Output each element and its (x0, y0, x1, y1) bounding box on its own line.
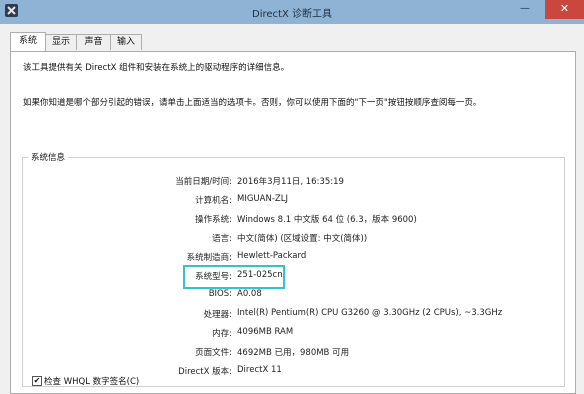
directx-diagnostic-window: DirectX 诊断工具 — ✕ 系统 显示 声音 输入 该工具提供有关 Dir… (0, 0, 584, 394)
info-label: 操作系统: (195, 215, 232, 225)
info-row-memory: 内存: 4096MB RAM (23, 327, 566, 341)
info-row-processor: 处理器: Intel(R) Pentium(R) CPU G3260 @ 3.3… (23, 308, 566, 322)
whql-checkbox-label[interactable]: 检查 WHQL 数字签名(C) (44, 375, 139, 387)
system-tab-panel: 该工具提供有关 DirectX 组件和安装在系统上的驱动程序的详细信息。 如果你… (10, 51, 576, 394)
whql-checkbox[interactable]: ✔ (32, 376, 42, 386)
info-row-computer-name: 计算机名: MIGUAN-ZLJ (23, 194, 566, 208)
window-title: DirectX 诊断工具 (252, 9, 332, 20)
bios-highlight-box (183, 265, 285, 289)
info-value: Intel(R) Pentium(R) CPU G3260 @ 3.30GHz … (237, 308, 503, 318)
info-row-bios: BIOS: A0.08 (23, 289, 566, 303)
dialog-body: 系统 显示 声音 输入 该工具提供有关 DirectX 组件和安装在系统上的驱动… (0, 24, 584, 394)
info-label: 计算机名: (195, 196, 232, 206)
info-row-language: 语言: 中文(简体) (区域设置: 中文(简体)) (23, 232, 566, 246)
info-value: 4692MB 已用，980MB 可用 (237, 348, 350, 358)
system-info-group-title: 系统信息 (28, 151, 69, 163)
tab-display[interactable]: 显示 (45, 34, 77, 50)
info-value: MIGUAN-ZLJ (237, 194, 288, 204)
close-button[interactable]: ✕ (545, 0, 584, 19)
info-label: 当前日期/时间: (175, 177, 232, 187)
info-row-os: 操作系统: Windows 8.1 中文版 64 位 (6.3，版本 9600) (23, 213, 566, 227)
info-value: 中文(简体) (区域设置: 中文(简体)) (237, 234, 368, 244)
info-value: 4096MB RAM (237, 327, 294, 337)
info-value: Hewlett-Packard (237, 251, 307, 261)
description-line-2: 如果你知道是哪个部分引起的错误，请单击上面适当的选项卡。否则，你可以使用下面的"… (23, 98, 482, 108)
info-label: 内存: (212, 329, 232, 339)
info-label: BIOS: (208, 289, 232, 299)
info-row-page-file: 页面文件: 4692MB 已用，980MB 可用 (23, 346, 566, 360)
info-label: 页面文件: (195, 348, 232, 358)
title-bar[interactable]: DirectX 诊断工具 — ✕ (0, 0, 584, 24)
info-value: A0.08 (237, 289, 262, 299)
minimize-button[interactable]: — (513, 0, 537, 19)
system-info-group: 系统信息 当前日期/时间: 2016年3月11日, 16:35:19 计算机名:… (22, 151, 566, 387)
tab-sound[interactable]: 声音 (76, 34, 111, 50)
info-label: 系统制造商: (186, 253, 232, 263)
info-row-manufacturer: 系统制造商: Hewlett-Packard (23, 251, 566, 265)
tab-input[interactable]: 输入 (110, 34, 142, 50)
info-value: DirectX 11 (237, 365, 282, 375)
info-label: 语言: (212, 234, 232, 244)
info-label: 处理器: (203, 310, 232, 320)
info-value: Windows 8.1 中文版 64 位 (6.3，版本 9600) (237, 215, 417, 225)
tab-system[interactable]: 系统 (10, 32, 46, 51)
info-row-datetime: 当前日期/时间: 2016年3月11日, 16:35:19 (23, 175, 566, 189)
info-row-model: 系统型号: 251-025cn (23, 270, 566, 284)
description-line-1: 该工具提供有关 DirectX 组件和安装在系统上的驱动程序的详细信息。 (23, 63, 290, 73)
info-value: 2016年3月11日, 16:35:19 (237, 177, 344, 187)
